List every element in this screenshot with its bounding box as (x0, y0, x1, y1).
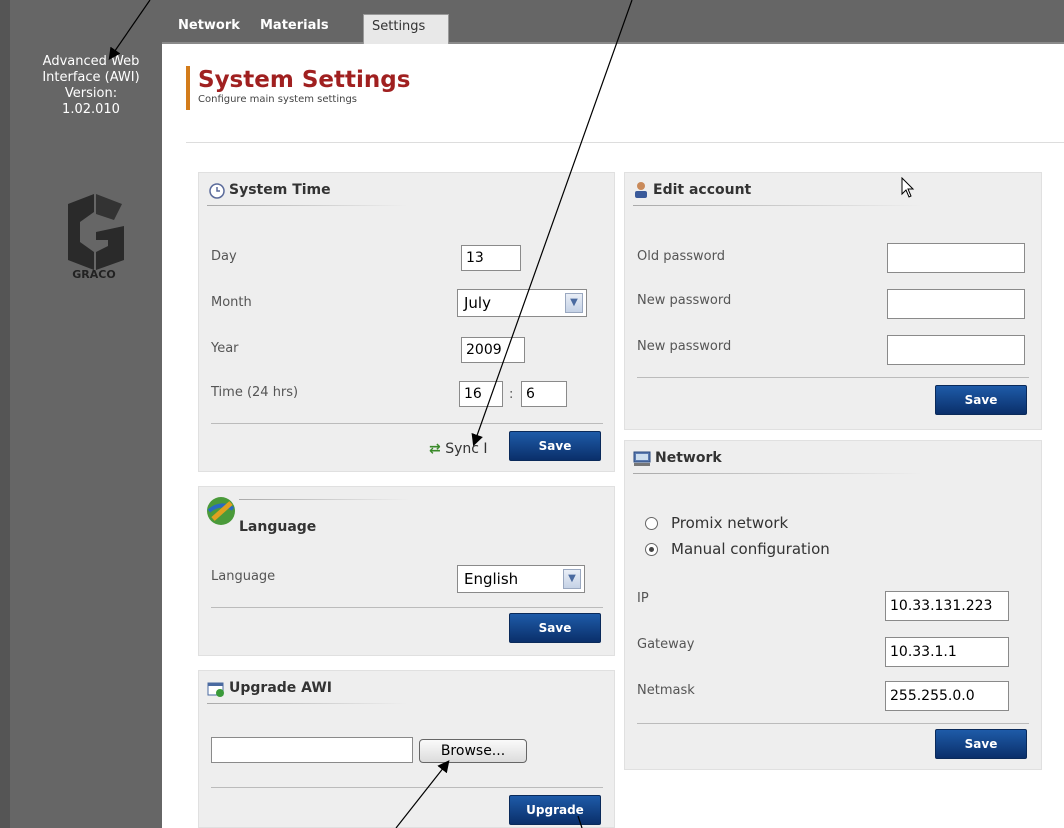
annotation-arrows (108, 0, 633, 828)
arrow-browse (395, 760, 450, 828)
arrow-stub (577, 815, 583, 828)
arrow-version (108, 0, 151, 60)
arrow-sync (471, 0, 633, 447)
